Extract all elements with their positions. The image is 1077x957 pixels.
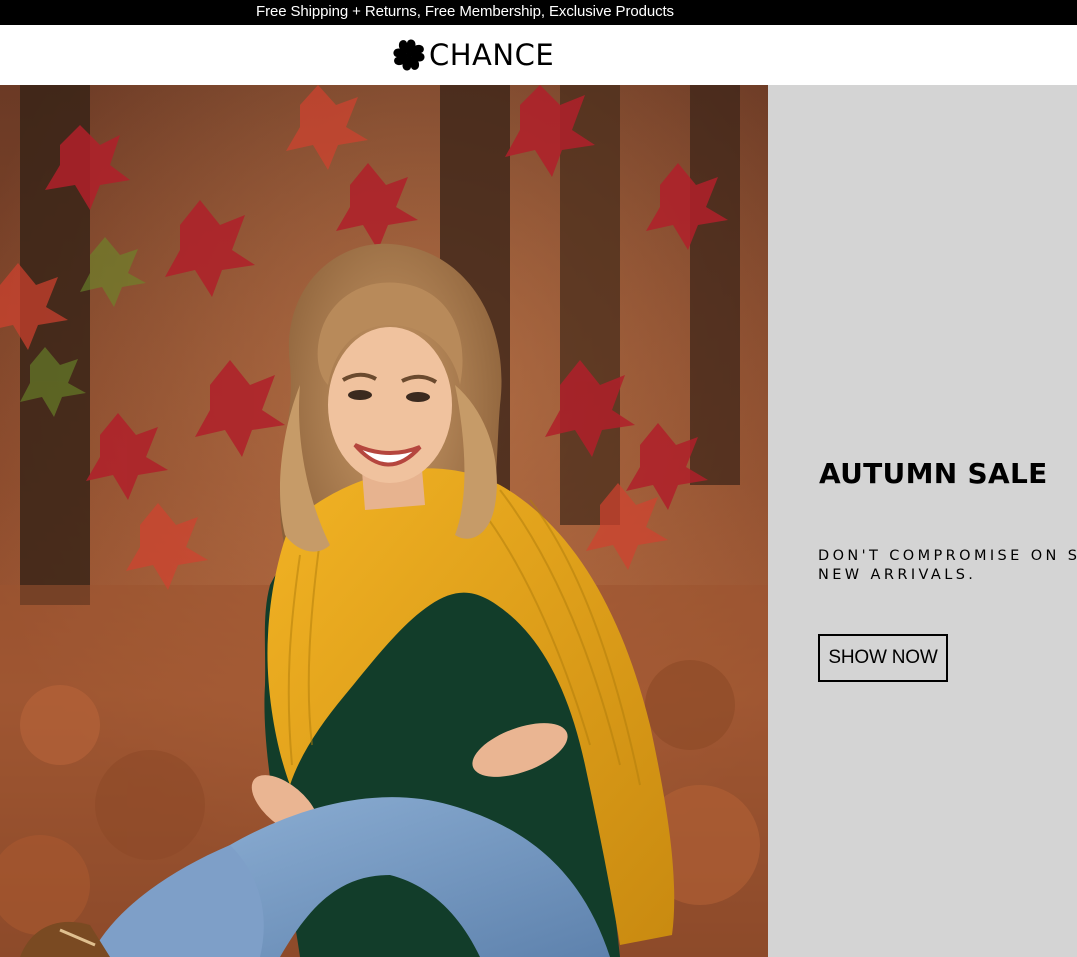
logo-text: CHANCE: [429, 38, 555, 72]
announcement-bar: Free Shipping + Returns, Free Membership…: [0, 0, 1077, 25]
hero-promo-panel: AUTUMN SALE DON'T COMPROMISE ON ST NEW A…: [768, 85, 1077, 957]
sale-subtitle-line-2: NEW ARRIVALS.: [818, 567, 977, 583]
sale-title: AUTUMN SALE: [819, 457, 1048, 490]
sale-subtitle-line-1: DON'T COMPROMISE ON ST: [818, 548, 1077, 564]
clover-icon: [390, 36, 428, 74]
announcement-text: Free Shipping + Returns, Free Membership…: [256, 3, 674, 20]
show-now-button[interactable]: SHOW NOW: [818, 634, 948, 682]
woman-in-autumn-sweater-photo: [0, 85, 768, 957]
site-header: CHANCE: [0, 25, 1077, 85]
logo-link[interactable]: CHANCE: [390, 34, 554, 76]
hero-section: AUTUMN SALE DON'T COMPROMISE ON ST NEW A…: [0, 85, 1077, 957]
hero-photo: [0, 85, 768, 957]
sale-subtitle: DON'T COMPROMISE ON ST NEW ARRIVALS.: [818, 547, 1077, 585]
